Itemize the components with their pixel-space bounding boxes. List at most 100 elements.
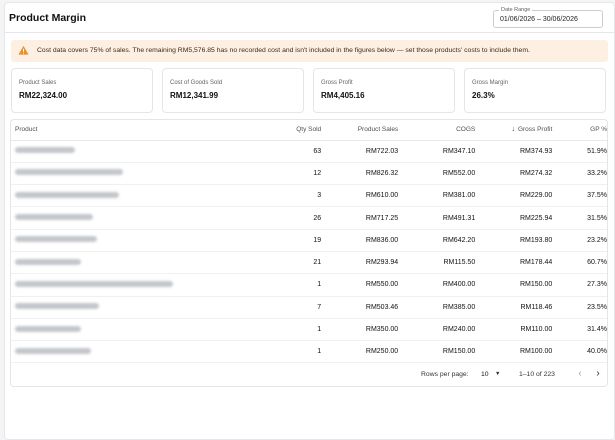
column-header-product[interactable]: Product xyxy=(11,120,275,141)
page-title: Product Margin xyxy=(9,12,87,24)
alert-text: Cost data covers 75% of sales. The remai… xyxy=(37,47,530,54)
table-row[interactable]: 63 RM722.03 RM347.10 RM374.93 51.9% xyxy=(11,140,607,163)
product-sales-cell: RM836.00 xyxy=(321,229,399,252)
card-label: Product Sales xyxy=(19,80,57,86)
qty-sold-cell: 1 xyxy=(274,340,322,364)
gross-profit-cell: RM110.00 xyxy=(475,318,553,342)
table-row[interactable]: 7 RM503.46 RM385.00 RM118.46 23.5% xyxy=(11,296,607,319)
qty-sold-cell: 3 xyxy=(274,184,322,208)
gp-percent-cell: 51.9% xyxy=(552,140,607,163)
product-name-redacted xyxy=(11,162,275,186)
cogs-card: Cost of Goods Sold RM12,341.99 xyxy=(162,68,304,113)
gp-percent-cell: 23.2% xyxy=(552,229,607,252)
cogs-cell: RM115.50 xyxy=(398,251,476,275)
gross-profit-cell: RM193.80 xyxy=(475,229,553,252)
product-name-redacted xyxy=(11,318,275,342)
qty-sold-cell: 1 xyxy=(274,273,322,297)
column-header-label: Gross Profit xyxy=(517,126,553,134)
product-sales-cell: RM293.94 xyxy=(321,251,399,275)
product-name-redacted xyxy=(11,229,275,252)
gp-percent-cell: 37.5% xyxy=(552,184,607,208)
product-sales-cell: RM350.00 xyxy=(321,318,399,342)
chevron-right-icon[interactable]: › xyxy=(591,367,605,381)
product-name-redacted xyxy=(11,273,275,297)
gross-profit-cell: RM178.44 xyxy=(475,251,553,275)
product-sales-card: Product Sales RM22,324.00 xyxy=(11,68,153,113)
gp-percent-cell: 23.5% xyxy=(552,296,607,319)
date-range-picker[interactable]: Date Range 01/06/2026 – 30/06/2026 xyxy=(493,7,603,28)
chevron-left-icon[interactable]: ‹ xyxy=(573,367,587,381)
qty-sold-cell: 12 xyxy=(274,162,322,186)
product-sales-cell: RM717.25 xyxy=(321,206,399,230)
rows-per-page-select[interactable]: 10 xyxy=(481,371,489,378)
date-range-value[interactable]: 01/06/2026 – 30/06/2026 xyxy=(500,16,578,23)
date-range-label: Date Range xyxy=(499,7,533,13)
card-label: Cost of Goods Sold xyxy=(170,80,223,86)
table-pagination: Rows per page: 10 ▼ 1–10 of 223 ‹ › xyxy=(11,362,607,386)
table-row[interactable]: 1 RM250.00 RM150.00 RM100.00 40.0% xyxy=(11,340,607,364)
product-name-redacted xyxy=(11,206,275,230)
cogs-cell: RM642.20 xyxy=(398,229,476,252)
table-row[interactable]: 21 RM293.94 RM115.50 RM178.44 60.7% xyxy=(11,251,607,275)
column-header-gp-percent[interactable]: GP % xyxy=(552,120,607,141)
column-header-product-sales[interactable]: Product Sales xyxy=(321,120,399,141)
table-row[interactable]: 1 RM550.00 RM400.00 RM150.00 27.3% xyxy=(11,273,607,297)
table-row[interactable]: 1 RM350.00 RM240.00 RM110.00 31.4% xyxy=(11,318,607,342)
qty-sold-cell: 1 xyxy=(274,318,322,342)
qty-sold-cell: 7 xyxy=(274,296,322,319)
gross-profit-cell: RM274.32 xyxy=(475,162,553,186)
card-label: Gross Margin xyxy=(472,80,509,86)
gross-profit-card: Gross Profit RM4,405.16 xyxy=(313,68,455,113)
cogs-cell: RM552.00 xyxy=(398,162,476,186)
card-value: RM4,405.16 xyxy=(321,91,365,100)
warning-icon xyxy=(18,45,29,55)
product-sales-cell: RM503.46 xyxy=(321,296,399,319)
column-header-qty-sold[interactable]: Qty Sold xyxy=(274,120,322,141)
product-sales-cell: RM610.00 xyxy=(321,184,399,208)
gp-percent-cell: 40.0% xyxy=(552,340,607,364)
qty-sold-cell: 26 xyxy=(274,206,322,230)
caret-down-icon[interactable]: ▼ xyxy=(495,371,500,377)
column-header-cogs[interactable]: COGS xyxy=(398,120,476,141)
card-value: RM12,341.99 xyxy=(170,91,219,100)
product-margin-table: Product Qty Sold Product Sales COGS ↓ Gro… xyxy=(10,119,608,387)
rows-per-page-label: Rows per page: xyxy=(421,371,469,378)
product-sales-cell: RM550.00 xyxy=(321,273,399,297)
cogs-cell: RM385.00 xyxy=(398,296,476,319)
product-margin-page: Product Margin Date Range 01/06/2026 – 3… xyxy=(4,2,615,440)
qty-sold-cell: 21 xyxy=(274,251,322,275)
cogs-cell: RM491.31 xyxy=(398,206,476,230)
gross-profit-cell: RM374.93 xyxy=(475,140,553,163)
gross-profit-cell: RM118.46 xyxy=(475,296,553,319)
gp-percent-cell: 60.7% xyxy=(552,251,607,275)
cogs-cell: RM240.00 xyxy=(398,318,476,342)
product-sales-cell: RM250.00 xyxy=(321,340,399,364)
table-row[interactable]: 26 RM717.25 RM491.31 RM225.94 31.5% xyxy=(11,206,607,230)
pagination-range: 1–10 of 223 xyxy=(519,371,555,378)
product-name-redacted xyxy=(11,296,275,319)
card-label: Gross Profit xyxy=(321,80,353,86)
product-sales-cell: RM722.03 xyxy=(321,140,399,163)
column-header-gross-profit[interactable]: ↓ Gross Profit xyxy=(475,120,553,141)
page-header: Product Margin Date Range 01/06/2026 – 3… xyxy=(5,3,614,33)
table-header-row: Product Qty Sold Product Sales COGS ↓ Gro… xyxy=(11,120,607,141)
table-row[interactable]: 3 RM610.00 RM381.00 RM229.00 37.5% xyxy=(11,184,607,208)
gross-profit-cell: RM229.00 xyxy=(475,184,553,208)
cogs-cell: RM150.00 xyxy=(398,340,476,364)
cogs-cell: RM400.00 xyxy=(398,273,476,297)
card-value: RM22,324.00 xyxy=(19,91,68,100)
gp-percent-cell: 33.2% xyxy=(552,162,607,186)
table-row[interactable]: 12 RM826.32 RM552.00 RM274.32 33.2% xyxy=(11,162,607,186)
gross-profit-cell: RM150.00 xyxy=(475,273,553,297)
table-row[interactable]: 19 RM836.00 RM642.20 RM193.80 23.2% xyxy=(11,229,607,252)
cost-coverage-alert: Cost data covers 75% of sales. The remai… xyxy=(11,40,608,62)
product-sales-cell: RM826.32 xyxy=(321,162,399,186)
gross-profit-cell: RM225.94 xyxy=(475,206,553,230)
gp-percent-cell: 31.5% xyxy=(552,206,607,230)
gross-profit-cell: RM100.00 xyxy=(475,340,553,364)
gross-margin-card: Gross Margin 26.3% xyxy=(464,68,606,113)
cogs-cell: RM381.00 xyxy=(398,184,476,208)
product-name-redacted xyxy=(11,340,275,364)
gp-percent-cell: 31.4% xyxy=(552,318,607,342)
arrow-down-icon: ↓ xyxy=(511,126,515,134)
